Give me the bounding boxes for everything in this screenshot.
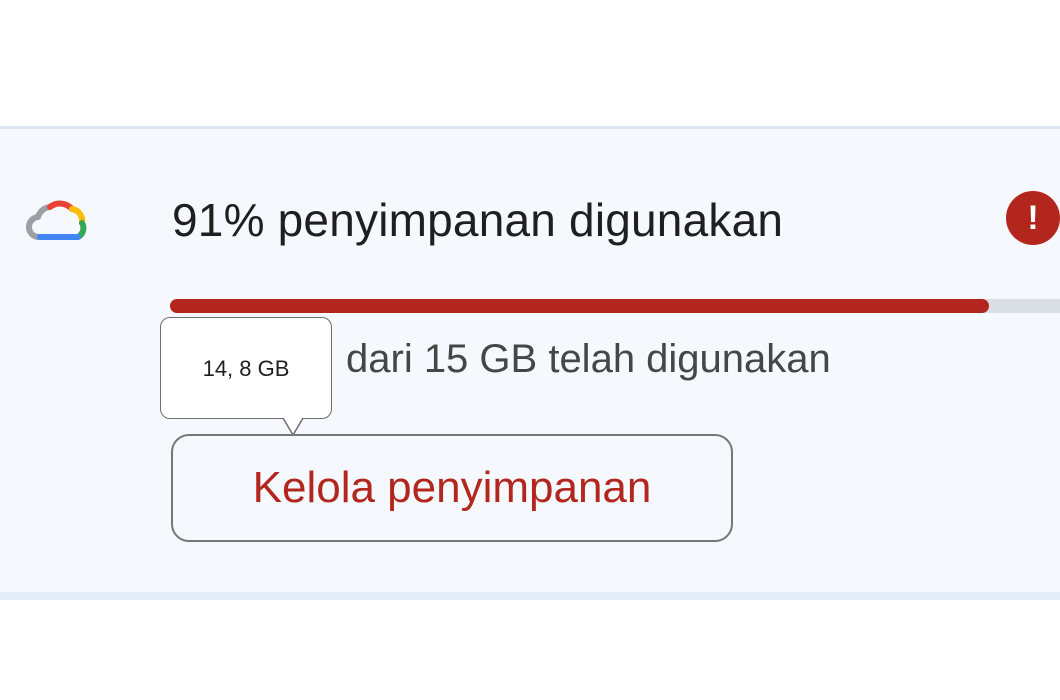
storage-progress-fill [170, 299, 989, 313]
alert-icon: ! [1006, 191, 1060, 245]
storage-card: 91% penyimpanan digunakan ! dari 15 GB t… [0, 126, 1060, 600]
cloud-icon [26, 200, 87, 241]
manage-storage-button[interactable]: Kelola penyimpanan [171, 434, 733, 542]
used-storage-tooltip: 14, 8 GB [160, 317, 332, 419]
storage-title: 91% penyimpanan digunakan [172, 194, 784, 246]
storage-usage-text: dari 15 GB telah digunakan [346, 337, 831, 381]
storage-progress-bar [170, 299, 1060, 313]
